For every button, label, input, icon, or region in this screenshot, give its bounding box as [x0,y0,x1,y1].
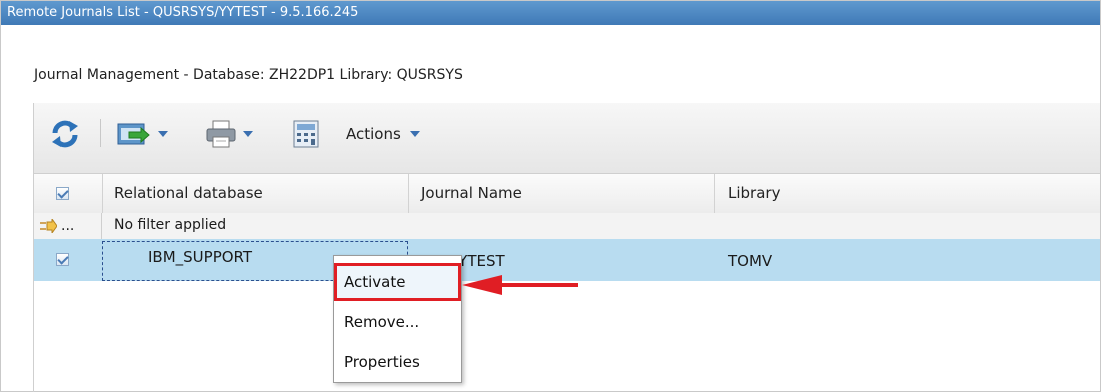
menu-item-activate[interactable]: Activate [334,263,461,301]
journal-management-subtitle: Journal Management - Database: ZH22DP1 L… [34,67,463,83]
print-dropdown-caret[interactable] [243,131,253,137]
export-icon [117,123,150,145]
toolbar: Actions [34,103,1100,174]
print-icon [206,120,236,148]
toolbar-separator [100,119,101,147]
filter-icon [40,219,57,233]
print-button[interactable] [206,119,253,149]
menu-item-properties[interactable]: Properties [334,343,461,381]
cell-library: TOMV [728,252,773,270]
refresh-button[interactable] [50,119,80,149]
column-divider [408,174,409,213]
filter-status-text: No filter applied [114,217,227,233]
export-dropdown-caret[interactable] [158,131,168,137]
column-divider [102,174,103,213]
actions-label: Actions [346,125,401,143]
table-header: Relational database Journal Name Library [34,174,1100,214]
select-all-checkbox[interactable] [56,187,69,200]
column-divider [714,174,715,213]
annotation-arrow-icon [462,275,502,295]
row-checkbox[interactable] [56,253,69,266]
export-button[interactable] [117,119,168,149]
context-menu: Activate Remove... Properties [333,255,462,383]
column-header-journal-name[interactable]: Journal Name [421,174,522,213]
calculator-icon [293,120,319,148]
column-options-button[interactable] [293,119,319,149]
refresh-icon [52,120,78,148]
filter-row: ... No filter applied [34,213,1100,240]
chevron-down-icon [409,131,420,137]
annotation-arrow-shaft [500,283,578,287]
column-header-library[interactable]: Library [728,174,780,213]
menu-item-remove[interactable]: Remove... [334,303,461,341]
column-header-relational-database[interactable]: Relational database [114,174,263,213]
actions-menu-button[interactable]: Actions [346,119,420,149]
filter-button[interactable]: ... [34,213,102,239]
window-title: Remote Journals List - QUSRSYS/YYTEST - … [1,1,1100,25]
filter-button-label: ... [61,218,75,234]
